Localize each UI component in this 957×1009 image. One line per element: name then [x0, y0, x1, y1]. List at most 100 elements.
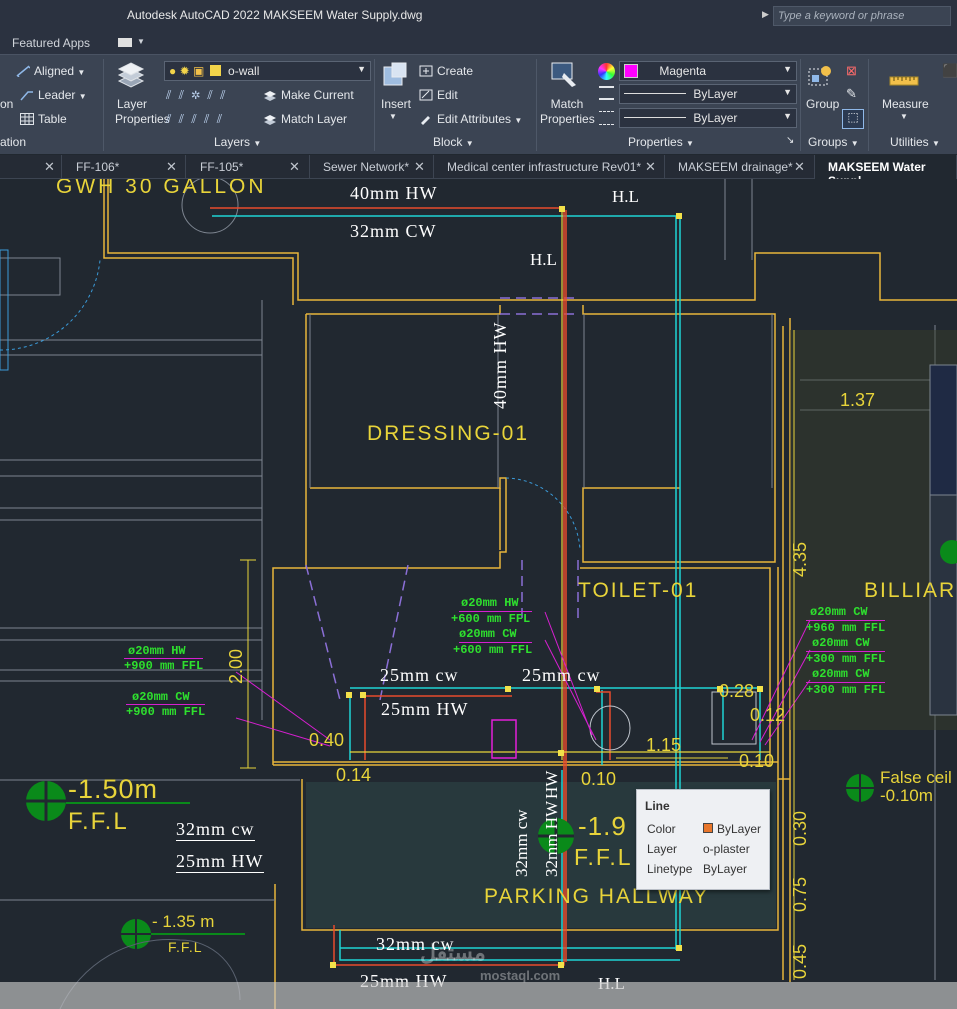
color-wheel-icon[interactable] — [598, 63, 615, 80]
pipe-size-label: 32mm cw — [176, 819, 255, 841]
doc-tab-active[interactable]: MAKSEEM Water Suppl — [815, 155, 957, 188]
group-edit-icon[interactable]: ✎ — [846, 86, 857, 102]
measure-button[interactable]: Measure — [882, 97, 929, 111]
close-icon[interactable]: ✕ — [166, 159, 177, 175]
utilities-panel-label[interactable]: Utilities ▼ — [890, 135, 940, 149]
drawing-canvas[interactable]: GWH 30 GALLON 40mm HW 32mm CW H.L H.L H.… — [0, 179, 957, 1009]
leader-button[interactable]: Leader ▼ — [20, 88, 87, 102]
match-layer-icon — [264, 115, 276, 125]
tab-start-partial[interactable]: ✕ — [0, 155, 62, 179]
tooltip-color-swatch — [703, 823, 713, 833]
create-block-button[interactable]: Create — [419, 64, 473, 78]
doc-tab[interactable]: Medical center infrastructure Rev01* ✕ — [434, 155, 665, 179]
layer-tools-row-2[interactable]: ⫽ ⫽ ⫽ ⫽ ⫽ — [166, 112, 224, 127]
block-panel-label[interactable]: Block ▼ — [433, 135, 474, 149]
layers-panel-text: Layers — [214, 135, 251, 149]
layer-tools-row-1[interactable]: ⫽ ⫽ ✲ ⫽ ⫽ — [166, 88, 227, 103]
tab-featured-apps[interactable]: Featured Apps — [12, 36, 90, 50]
lineweight-preview — [624, 93, 686, 94]
make-current-button[interactable]: Make Current — [263, 88, 354, 102]
utilities-panel-text: Utilities — [890, 135, 929, 149]
command-line[interactable] — [0, 982, 957, 1009]
doc-tab[interactable]: FF-105* ✕ — [186, 155, 310, 179]
pipe-size-label: 25mm HW — [176, 851, 264, 873]
lightbulb-icon: ● — [169, 64, 177, 78]
panel-separator — [103, 59, 104, 151]
hw40-vertical-label: 40mm HW — [490, 321, 510, 410]
hw40-top-label: 40mm HW — [350, 183, 438, 203]
chevron-down-icon[interactable]: ▼ — [137, 37, 145, 46]
edit-block-icon — [419, 89, 433, 101]
doc-tab[interactable]: Sewer Network* ✕ — [310, 155, 434, 179]
aligned-dimension-button[interactable]: Aligned ▼ — [16, 64, 85, 78]
note-line: +900 mm FFL — [126, 705, 206, 719]
pipe-size-label: 32mm HW — [542, 800, 561, 877]
table-button[interactable]: Table — [20, 112, 67, 126]
lineweight-dropdown[interactable]: ByLayer ▼ — [619, 84, 797, 104]
layers-panel-label[interactable]: Layers ▼ — [214, 135, 261, 149]
close-icon[interactable]: ✕ — [794, 159, 805, 175]
leader-label: Leader — [38, 88, 76, 102]
fixture-note-left-hw: ø20mm HW +900 mm FFL — [124, 644, 204, 673]
block-panel-text: Block — [433, 135, 463, 149]
dimension-text: 0.75 — [790, 876, 810, 912]
chevron-down-icon: ▼ — [783, 64, 792, 74]
group-icon[interactable] — [806, 61, 836, 91]
edit-attributes-button[interactable]: Edit Attributes ▼ — [419, 112, 522, 126]
note-line: ø20mm CW — [806, 605, 886, 621]
level-label: -1.50m — [68, 774, 159, 804]
match-properties-icon[interactable] — [550, 61, 580, 91]
group-button[interactable]: Group — [806, 97, 839, 111]
help-search-input[interactable]: Type a keyword or phrase — [773, 6, 951, 26]
measure-icon[interactable] — [889, 65, 919, 95]
layer-dropdown[interactable]: ● ✹ ▣ o-wall ▼ — [164, 61, 371, 81]
aligned-label: Aligned — [34, 64, 75, 78]
insert-block-icon[interactable] — [380, 61, 410, 91]
lineweight-icon[interactable] — [599, 86, 614, 100]
close-icon[interactable]: ✕ — [289, 159, 300, 175]
close-icon[interactable]: ✕ — [645, 159, 656, 175]
make-current-label: Make Current — [281, 88, 354, 102]
object-tooltip: Line Color ByLayer Layer o-plaster Linet… — [636, 789, 770, 890]
groups-panel-label[interactable]: Groups ▼ — [808, 135, 859, 149]
current-layer-name: o-wall — [228, 64, 260, 78]
watermark-latin: mostaql.com — [480, 968, 561, 983]
doc-tab[interactable]: MAKSEEM drainage* ✕ — [665, 155, 815, 179]
quick-select-icon[interactable]: ⬛ — [942, 63, 957, 79]
ungroup-icon[interactable]: ⊠ — [846, 63, 857, 79]
panel-toggle-icon[interactable] — [118, 38, 132, 47]
aligned-dimension-icon — [16, 65, 30, 77]
chevron-down-icon[interactable]: ▼ — [900, 112, 908, 121]
layer-properties-button[interactable]: Layer Properties — [115, 97, 170, 127]
match-properties-button[interactable]: Match Properties — [540, 97, 595, 127]
edit-label: Edit — [437, 88, 458, 102]
close-icon[interactable]: ✕ — [414, 159, 425, 175]
linetype-icon[interactable] — [599, 111, 614, 125]
layer-properties-icon[interactable] — [116, 61, 146, 91]
note-line: +960 mm FFL — [806, 621, 886, 635]
gwh-label: GWH 30 GALLON — [56, 179, 267, 198]
search-expand-icon[interactable]: ▶ — [762, 9, 769, 20]
note-line: +600 mm FFL — [451, 612, 531, 626]
level-ffl-label: F.F.L — [168, 939, 203, 955]
properties-panel-label[interactable]: Properties ▼ — [628, 135, 694, 149]
room-label-toilet: TOILET-01 — [578, 579, 699, 602]
group-selection-toggle[interactable]: ⬚ — [842, 109, 864, 129]
color-dropdown[interactable]: Magenta ▼ — [619, 61, 797, 81]
pipe-size-label: 25mm HW — [381, 699, 469, 719]
insert-button[interactable]: Insert — [381, 97, 411, 111]
dimension-text: 1.37 — [840, 390, 876, 410]
ribbon-tab-row: Featured Apps ▼ — [0, 32, 957, 54]
doc-tab[interactable]: FF-106* ✕ — [62, 155, 186, 179]
chevron-down-icon[interactable]: ▼ — [389, 112, 397, 121]
close-icon[interactable]: ✕ — [44, 159, 55, 175]
edit-block-button[interactable]: Edit — [419, 88, 458, 102]
linetype-dropdown[interactable]: ByLayer ▼ — [619, 108, 797, 128]
note-line: +300 mm FFL — [806, 652, 886, 666]
properties-launcher-icon[interactable]: ↘ — [786, 135, 794, 146]
ribbon-panel: Aligned ▼ on Leader ▼ Table ation Layer … — [0, 54, 957, 154]
match-layer-button[interactable]: Match Layer — [263, 112, 347, 126]
pipe-size-label: 32mm cw — [512, 809, 531, 877]
annotation-on-fragment: on — [0, 97, 14, 111]
pipe-size-label: 25mm cw — [522, 665, 601, 685]
